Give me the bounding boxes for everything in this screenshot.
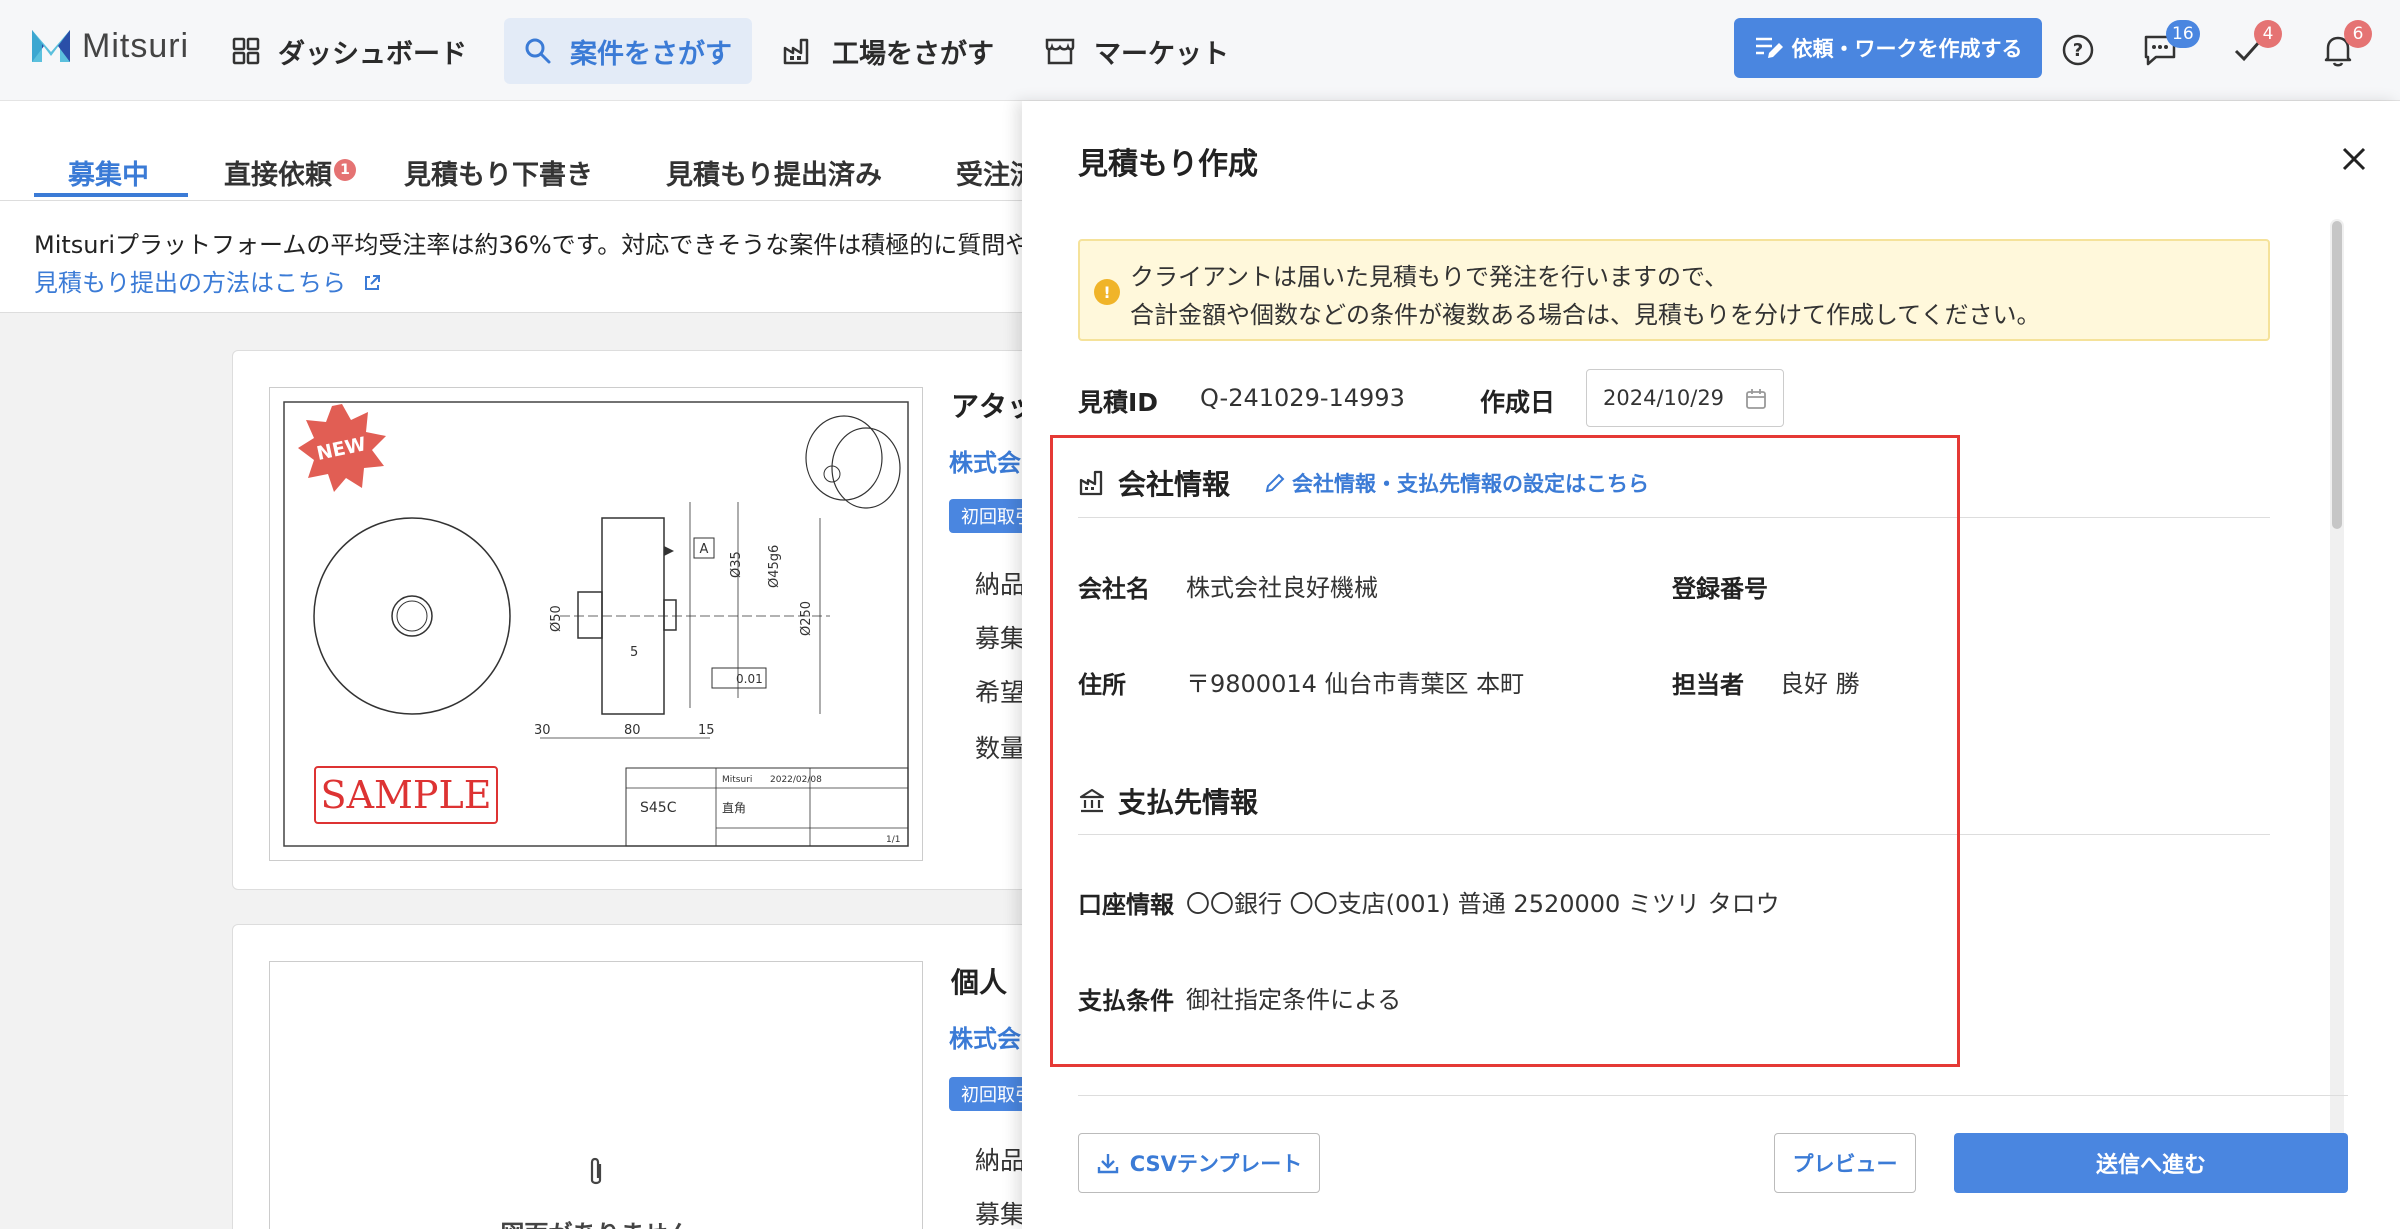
logo-text: Mitsuri xyxy=(82,26,190,65)
tab-direct-requests[interactable]: 直接依頼 1 xyxy=(224,153,356,192)
svg-text:Mitsuri: Mitsuri xyxy=(722,775,752,785)
drawing-thumbnail[interactable]: 図面がありません xyxy=(269,961,923,1229)
nav-search-factories[interactable]: 工場をさがす xyxy=(762,18,1014,84)
external-link-icon xyxy=(364,275,380,290)
top-navigation-bar: Mitsuri ダッシュボード 案件をさがす 工場をさがす マーケット 依頼・ワ… xyxy=(0,0,2400,101)
quote-creation-drawer: 見積もり作成 ! クライアントは届いた見積もりで発注を行いますので、 合計金額や… xyxy=(1022,101,2400,1229)
svg-text:15: 15 xyxy=(698,723,715,738)
search-icon xyxy=(525,38,551,64)
tasks-count-badge: 4 xyxy=(2254,20,2282,48)
svg-text:?: ? xyxy=(2073,40,2083,61)
project-card[interactable]: 図面がありません 個人 株式会 初回取引 納品先 募集期 xyxy=(232,924,1052,1229)
notifications-count-badge: 6 xyxy=(2344,20,2372,48)
messages-count-badge: 16 xyxy=(2166,20,2200,48)
drawer-scrollbar[interactable] xyxy=(2330,219,2344,1169)
created-date-label: 作成日 xyxy=(1480,388,1556,417)
quote-id-value: Q-241029-14993 xyxy=(1200,384,1405,412)
scrollbar-thumb[interactable] xyxy=(2332,221,2342,529)
preview-button[interactable]: プレビュー xyxy=(1774,1133,1916,1193)
store-icon xyxy=(1045,38,1075,65)
edit-list-icon xyxy=(1755,37,1783,58)
created-date-input[interactable]: 2024/10/29 xyxy=(1586,369,1784,427)
svg-text:1/1: 1/1 xyxy=(886,835,900,845)
svg-text:Ø50: Ø50 xyxy=(549,605,564,632)
nav-search-factories-label: 工場をさがす xyxy=(832,38,994,70)
tab-quotes-submitted[interactable]: 見積もり提出済み xyxy=(666,153,882,192)
warning-icon: ! xyxy=(1094,279,1120,305)
download-icon xyxy=(1097,1154,1118,1174)
nav-market[interactable]: マーケット xyxy=(1024,18,1249,84)
calendar-icon xyxy=(1746,389,1766,409)
card-company[interactable]: 株式会 xyxy=(949,1019,1021,1054)
create-request-button[interactable]: 依頼・ワークを作成する xyxy=(1734,18,2042,78)
notice-area: Mitsuriプラットフォームの平均受注率は約36%です。対応できそうな案件は積… xyxy=(0,201,1040,313)
nav-dashboard-label: ダッシュボード xyxy=(278,38,467,70)
notice-text: Mitsuriプラットフォームの平均受注率は約36%です。対応できそうな案件は積… xyxy=(34,231,1030,259)
svg-text:S45C: S45C xyxy=(640,800,677,816)
svg-text:Ø250: Ø250 xyxy=(799,601,814,636)
help-icon: ? xyxy=(2062,34,2094,66)
svg-text:5: 5 xyxy=(630,645,638,660)
no-drawing-text: 図面がありません xyxy=(270,1214,922,1229)
new-badge-icon: NEW xyxy=(298,404,386,492)
nav-search-projects-label: 案件をさがす xyxy=(570,38,732,70)
help-button[interactable]: ? xyxy=(2058,30,2098,70)
grid-icon xyxy=(232,37,260,65)
quote-id-label: 見積ID xyxy=(1078,388,1159,417)
drawer-title: 見積もり作成 xyxy=(1078,147,1258,182)
sample-stamp: SAMPLE xyxy=(314,766,498,824)
footer-divider xyxy=(1078,1095,2348,1096)
svg-text:0.01: 0.01 xyxy=(736,672,763,686)
active-tab-indicator xyxy=(34,193,188,197)
tab-recruiting[interactable]: 募集中 xyxy=(68,153,149,192)
svg-text:2022/02/08: 2022/02/08 xyxy=(770,775,822,785)
tasks-button[interactable]: 4 xyxy=(2228,20,2282,70)
csv-template-button[interactable]: CSVテンプレート xyxy=(1078,1133,1320,1193)
project-card[interactable]: A Ø35 Ø45g6 Ø50 Ø250 5 0.01 30 80 15 S45… xyxy=(232,350,1052,890)
highlight-annotation-box xyxy=(1050,435,1960,1067)
proceed-to-submit-button[interactable]: 送信へ進む xyxy=(1954,1133,2348,1193)
alert-line: 合計金額や個数などの条件が複数ある場合は、見積もりを分けて作成してください。 xyxy=(1130,301,2041,329)
svg-text:30: 30 xyxy=(534,723,551,738)
notifications-button[interactable]: 6 xyxy=(2318,20,2372,70)
messages-button[interactable]: 16 xyxy=(2140,20,2200,70)
svg-text:Ø45g6: Ø45g6 xyxy=(767,545,782,588)
alert-line: クライアントは届いた見積もりで発注を行いますので、 xyxy=(1130,263,1729,291)
svg-text:直角: 直角 xyxy=(722,801,746,815)
project-tabs: 募集中 直接依頼 1 見積もり下書き 見積もり提出済み 受注済 xyxy=(0,101,1040,201)
svg-text:A: A xyxy=(700,542,709,557)
drawing-thumbnail[interactable]: A Ø35 Ø45g6 Ø50 Ø250 5 0.01 30 80 15 S45… xyxy=(269,387,923,861)
factory-icon xyxy=(783,38,809,65)
paperclip-icon xyxy=(590,1157,602,1185)
tab-direct-badge: 1 xyxy=(334,159,356,181)
quote-guide-link[interactable]: 見積もり提出の方法はこちら xyxy=(34,263,382,298)
info-alert: ! クライアントは届いた見積もりで発注を行いますので、 合計金額や個数などの条件… xyxy=(1078,239,2270,341)
close-icon[interactable] xyxy=(2338,143,2370,175)
logo[interactable]: Mitsuri xyxy=(30,24,189,68)
svg-text:80: 80 xyxy=(624,723,641,738)
mitsuri-logo-icon xyxy=(32,30,70,62)
nav-search-projects[interactable]: 案件をさがす xyxy=(504,18,752,84)
svg-text:Ø35: Ø35 xyxy=(729,551,744,578)
nav-market-label: マーケット xyxy=(1094,38,1229,70)
create-request-label: 依頼・ワークを作成する xyxy=(1791,37,2023,61)
card-company[interactable]: 株式会 xyxy=(949,443,1021,478)
tab-quote-drafts[interactable]: 見積もり下書き xyxy=(404,153,593,192)
nav-dashboard[interactable]: ダッシュボード xyxy=(212,18,487,84)
card-title[interactable]: 個人 xyxy=(951,961,1007,1001)
